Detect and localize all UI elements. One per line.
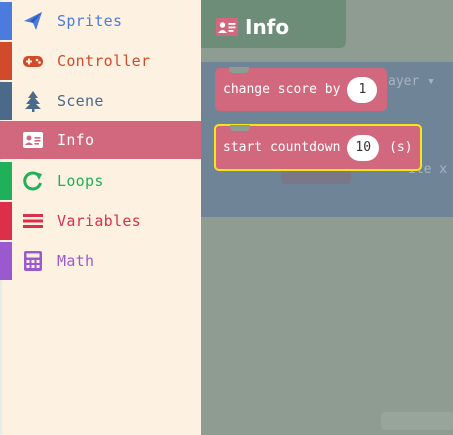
category-color-strip xyxy=(0,121,12,159)
category-variables[interactable]: Variables xyxy=(0,202,201,240)
block-suffix-label: (s) xyxy=(389,140,413,155)
flyout-header: Info xyxy=(215,14,289,40)
category-math[interactable]: Math xyxy=(0,242,201,280)
tree-icon xyxy=(25,91,41,112)
workspace-trash-area[interactable] xyxy=(381,412,453,430)
score-value-input[interactable]: 1 xyxy=(347,76,378,103)
block-notch xyxy=(230,125,250,131)
refresh-icon xyxy=(23,171,42,191)
toolbox: Sprites Controller Scene Info Loops Vari… xyxy=(0,0,201,435)
start-countdown-block[interactable]: start countdown 10 (s) xyxy=(214,124,422,171)
category-label: Sprites xyxy=(57,12,123,30)
category-color-strip xyxy=(0,82,12,120)
category-label: Controller xyxy=(57,52,151,70)
block-label: change score by xyxy=(223,82,341,97)
list-icon xyxy=(23,214,43,228)
category-info[interactable]: Info xyxy=(0,121,201,159)
gamepad-icon xyxy=(23,56,43,67)
id-card-icon xyxy=(23,132,43,148)
category-color-strip xyxy=(0,2,12,40)
category-label: Info xyxy=(57,131,95,149)
change-score-block[interactable]: change score by 1 xyxy=(215,67,387,111)
category-sprites[interactable]: Sprites xyxy=(0,2,201,40)
id-card-icon xyxy=(216,18,238,36)
background-block-text: ayer ▾ xyxy=(388,74,435,89)
category-color-strip xyxy=(0,42,12,80)
category-loops[interactable]: Loops xyxy=(0,162,201,200)
flyout-title: Info xyxy=(245,15,290,39)
category-label: Variables xyxy=(57,212,141,230)
category-scene[interactable]: Scene xyxy=(0,82,201,120)
category-label: Scene xyxy=(57,92,104,110)
category-color-strip xyxy=(0,242,12,280)
category-label: Loops xyxy=(57,172,104,190)
category-color-strip xyxy=(0,162,12,200)
category-label: Math xyxy=(57,252,95,270)
block-label: start countdown xyxy=(223,140,341,155)
category-controller[interactable]: Controller xyxy=(0,42,201,80)
countdown-value-input[interactable]: 10 xyxy=(347,134,380,161)
workspace[interactable] xyxy=(201,0,453,435)
category-color-strip xyxy=(0,202,12,240)
calculator-icon xyxy=(24,251,42,271)
block-notch xyxy=(229,67,249,73)
paper-plane-icon xyxy=(24,12,42,30)
